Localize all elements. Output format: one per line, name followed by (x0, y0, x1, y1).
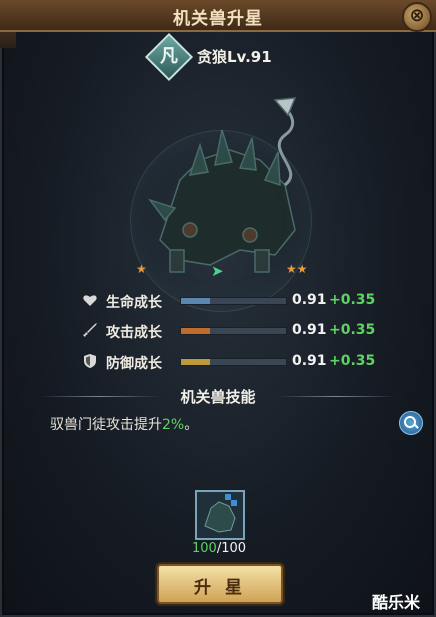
growth-bar-fill (181, 359, 211, 365)
stat-value: 0.91 (292, 353, 327, 369)
rank-char: 凡 (160, 46, 178, 67)
close-button[interactable]: ⊗ (402, 2, 432, 32)
skill-desc-percent: 2% (162, 417, 185, 433)
growth-bar-fill (181, 298, 211, 304)
material-have: 100 (191, 541, 217, 556)
stat-label: 攻击成长 (106, 325, 162, 341)
skill-section-title: 机关兽技能 (180, 388, 256, 406)
heart-icon (82, 292, 98, 308)
title-bar: 机关兽升星 ⊗ (0, 0, 436, 32)
growth-bar (180, 297, 287, 305)
stat-row-defense: 防御成长 0.91 +0.35 (82, 352, 382, 372)
material-need: /100 (216, 541, 247, 556)
stat-bonus: +0.35 (329, 353, 376, 369)
stat-label: 生命成长 (106, 295, 162, 311)
growth-bar-fill (181, 328, 211, 334)
skill-description: 驭兽门徒攻击提升2%。 (50, 414, 198, 434)
growth-bar (180, 358, 287, 366)
stat-value: 0.91 (292, 322, 327, 338)
shield-icon (82, 353, 98, 369)
current-star-icon: ★ (136, 262, 147, 276)
upgrade-arrow-icon: ➤ (211, 262, 224, 280)
stat-row-attack: 攻击成长 0.91 +0.35 (82, 321, 382, 341)
stat-value: 0.91 (292, 292, 327, 308)
skill-desc-text: 驭兽门徒攻击提升 (50, 417, 162, 433)
beast-name: 贪狼Lv.91 (197, 48, 272, 66)
magic-circle (130, 130, 312, 312)
beast-fragment-icon (197, 492, 243, 538)
beast-portrait (90, 90, 346, 312)
watermark-text: 酷乐米 (372, 593, 421, 612)
stat-bonus: +0.35 (329, 292, 376, 308)
stat-label: 防御成长 (106, 356, 162, 372)
panel-title: 机关兽升星 (173, 9, 263, 29)
skill-section-header: 机关兽技能 (0, 386, 436, 406)
upgrade-star-button[interactable]: 升 星 (157, 564, 283, 604)
search-icon[interactable] (399, 411, 423, 435)
sword-icon (82, 322, 98, 338)
skill-desc-suffix: 。 (184, 417, 199, 433)
material-item-slot[interactable] (195, 490, 245, 540)
next-star-icon: ★★ (286, 262, 308, 276)
stat-row-hp: 生命成长 0.91 +0.35 (82, 291, 382, 311)
growth-bar (180, 327, 287, 335)
stat-bonus: +0.35 (329, 322, 376, 338)
material-count: 100/100 (180, 541, 258, 556)
upgrade-star-label: 升 星 (194, 578, 246, 598)
